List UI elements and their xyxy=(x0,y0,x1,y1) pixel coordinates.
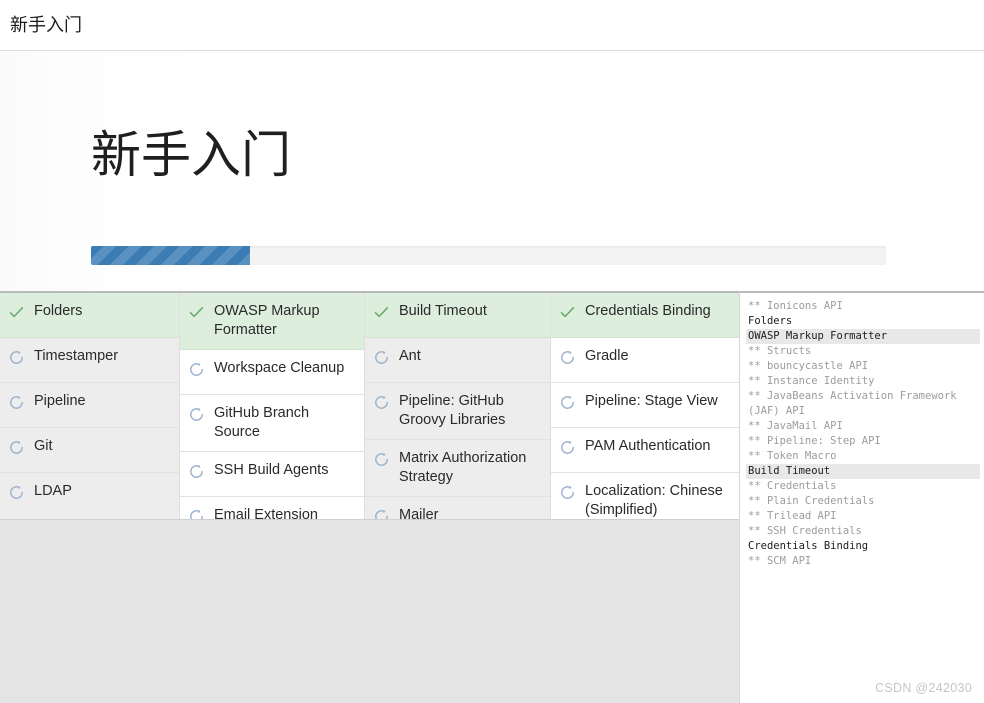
spinner-icon xyxy=(559,439,576,456)
plugin-item-label: LDAP xyxy=(34,483,72,499)
plugin-item: LDAP xyxy=(0,473,179,518)
plugin-item-label: Git xyxy=(34,438,53,454)
log-line: ** Credentials xyxy=(748,480,837,492)
plugin-item: Pipeline: Stage View xyxy=(551,383,739,428)
spinner-icon xyxy=(373,451,390,468)
page-root: 新手入门 新手入门 Folders Timestamper Pipeline Git L… xyxy=(0,0,984,703)
spinner-icon xyxy=(8,394,25,411)
plugin-item-label: Pipeline xyxy=(34,393,86,409)
plugin-item-label: OWASP Markup Formatter xyxy=(214,303,320,338)
check-icon xyxy=(373,304,390,321)
plugin-item: OWASP Markup Formatter xyxy=(180,293,364,350)
app-header: 新手入门 xyxy=(0,0,984,51)
plugin-item: Folders xyxy=(0,293,179,338)
plugin-column: Credentials Binding Gradle Pipeline: Stage… xyxy=(551,293,739,542)
plugin-item: Matrix Authorization Strategy xyxy=(365,440,550,497)
install-log-panel[interactable]: ** Ionicons API Folders OWASP Markup Forma… xyxy=(739,291,984,703)
plugin-column: Folders Timestamper Pipeline Git LDAP xyxy=(0,293,180,542)
log-line: ** Structs xyxy=(748,345,812,357)
plugin-item-label: Gradle xyxy=(585,348,629,364)
install-progress-bar xyxy=(91,246,886,265)
spinner-icon xyxy=(188,463,205,480)
plugin-item-label: Build Timeout xyxy=(399,303,487,319)
log-line: ** Token Macro xyxy=(748,450,837,462)
plugin-item: GitHub Branch Source xyxy=(180,395,364,452)
plugin-column: Build Timeout Ant Pipeline: GitHub Groovy … xyxy=(365,293,551,542)
log-line: ** Plain Credentials xyxy=(748,495,875,507)
plugin-item-label: Ant xyxy=(399,348,421,364)
plugin-item: Pipeline: GitHub Groovy Libraries xyxy=(365,383,550,440)
check-icon xyxy=(559,304,576,321)
plugin-item-label: Folders xyxy=(34,303,83,319)
plugin-item: Git xyxy=(0,428,179,473)
plugin-item-label: GitHub Branch Source xyxy=(214,405,310,440)
plugin-item: SSH Build Agents xyxy=(180,452,364,497)
page-background-filler xyxy=(0,519,739,703)
page-body: 新手入门 Folders Timestamper Pipeline Git LDAP OW… xyxy=(0,52,984,703)
install-progress-fill xyxy=(91,246,250,265)
log-line: ** Trilead API xyxy=(748,510,837,522)
spinner-icon xyxy=(188,361,205,378)
plugin-item: Credentials Binding xyxy=(551,293,739,338)
plugin-item-label: Pipeline: Stage View xyxy=(585,393,718,409)
log-line: OWASP Markup Formatter xyxy=(746,329,980,344)
log-line: Build Timeout xyxy=(746,464,980,479)
plugin-item-label: Credentials Binding xyxy=(585,303,711,319)
log-line: ** JavaBeans Activation Framework (JAF) … xyxy=(748,390,957,417)
plugin-item-label: SSH Build Agents xyxy=(214,462,329,478)
log-line: ** Ionicons API xyxy=(748,300,843,312)
spinner-icon xyxy=(8,439,25,456)
log-line: ** JavaMail API xyxy=(748,420,843,432)
check-icon xyxy=(8,304,25,321)
log-line: ** SCM API xyxy=(748,555,812,567)
spinner-icon xyxy=(559,484,576,501)
log-line: ** bouncycastle API xyxy=(748,360,869,372)
app-header-title: 新手入门 xyxy=(10,15,82,35)
page-title: 新手入门 xyxy=(91,127,291,183)
watermark: CSDN @242030 xyxy=(875,681,972,695)
plugin-item-label: Timestamper xyxy=(34,348,119,364)
plugin-item-label: Matrix Authorization Strategy xyxy=(399,450,527,485)
plugin-item: PAM Authentication xyxy=(551,428,739,473)
plugin-install-grid: Folders Timestamper Pipeline Git LDAP OWASP M… xyxy=(0,291,739,542)
plugin-item: Build Timeout xyxy=(365,293,550,338)
spinner-icon xyxy=(559,394,576,411)
spinner-icon xyxy=(559,349,576,366)
spinner-icon xyxy=(8,349,25,366)
log-line: ** Pipeline: Step API xyxy=(748,435,881,447)
plugin-column: OWASP Markup Formatter Workspace Cleanup G… xyxy=(180,293,365,542)
spinner-icon xyxy=(373,394,390,411)
hero-section: 新手入门 xyxy=(0,52,984,280)
plugin-item-label: Pipeline: GitHub Groovy Libraries xyxy=(399,393,506,428)
check-icon xyxy=(188,304,205,321)
plugin-item: Timestamper xyxy=(0,338,179,383)
log-line: ** Instance Identity xyxy=(748,375,875,387)
plugin-item: Gradle xyxy=(551,338,739,383)
log-line: Credentials Binding xyxy=(748,540,869,552)
spinner-icon xyxy=(373,349,390,366)
plugin-item: Pipeline xyxy=(0,383,179,428)
plugin-item-label: Workspace Cleanup xyxy=(214,360,345,376)
plugin-item-label: Localization: Chinese (Simplified) xyxy=(585,483,723,518)
spinner-icon xyxy=(8,484,25,501)
plugin-item: Ant xyxy=(365,338,550,383)
log-line: Folders xyxy=(748,315,793,327)
log-line: ** SSH Credentials xyxy=(748,525,862,537)
spinner-icon xyxy=(188,406,205,423)
plugin-item-label: PAM Authentication xyxy=(585,438,711,454)
plugin-item: Workspace Cleanup xyxy=(180,350,364,395)
